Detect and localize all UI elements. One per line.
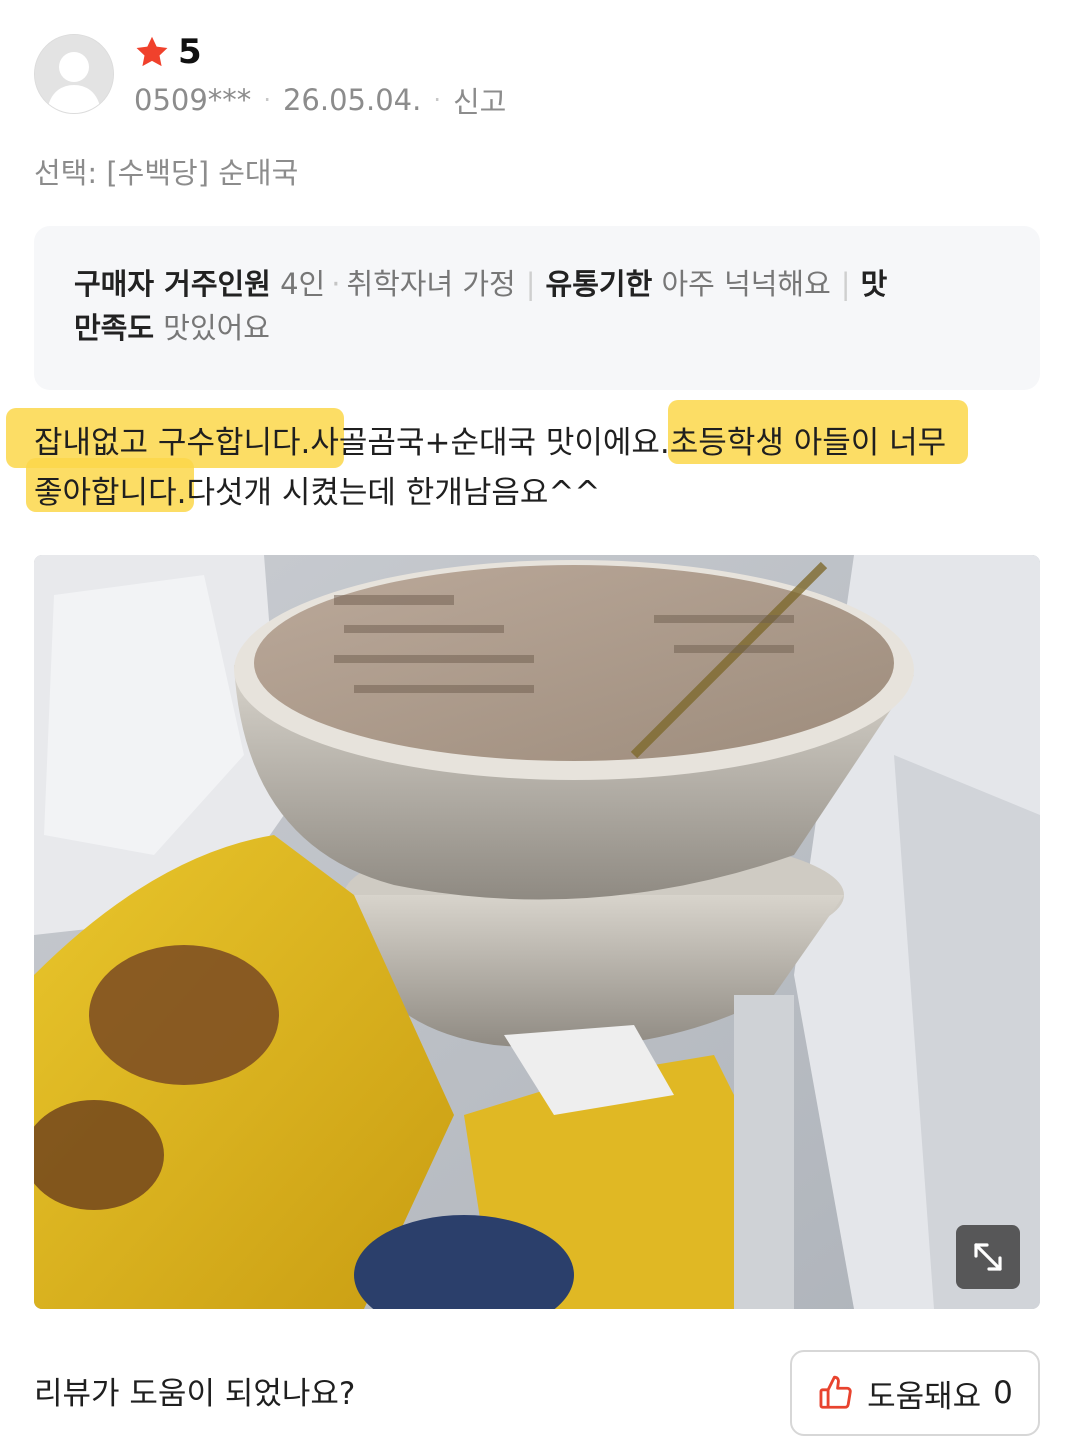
avatar (34, 34, 114, 114)
survey-taste-value: 맛있어요 (163, 311, 270, 345)
review-line-2: 좋아합니다.다섯개 시켰는데 한개남음요^^ (34, 475, 601, 511)
separator-dot: · (263, 86, 271, 114)
thumbs-up-icon (819, 1375, 852, 1409)
divider: | (840, 267, 851, 301)
survey-household-label: 구매자 거주인원 (74, 267, 271, 301)
survey-household-extra: 취학자녀 가정 (346, 267, 516, 301)
survey-household-value: 4인 (280, 267, 326, 301)
rating-score: 5 (178, 32, 202, 72)
expand-button[interactable] (956, 1225, 1020, 1289)
user-id: 0509*** (134, 83, 252, 117)
review-meta: 0509*** · 26.05.04. · 신고 (134, 80, 506, 120)
review-photo[interactable] (34, 555, 1040, 1309)
review-line-1: 잡내없고 구수합니다.사골곰국+순대국 맛이에요.초등학생 아들이 너무 (34, 425, 947, 461)
survey-taste-label-2: 만족도 (74, 311, 155, 345)
rating: 5 (134, 32, 202, 72)
selected-option: 선택: [수백당] 순대국 (34, 156, 299, 190)
freezer-photo (34, 555, 1040, 1309)
star-icon (136, 36, 168, 67)
survey-taste-label-1: 맛 (860, 267, 888, 301)
helpful-button[interactable]: 도움돼요 0 (790, 1350, 1040, 1436)
survey-expiry-value: 아주 넉넉해요 (661, 267, 831, 301)
helpful-question: 리뷰가 도움이 되었나요? (34, 1376, 356, 1412)
separator-dot: · (331, 267, 341, 301)
survey-line-1: 구매자 거주인원 4인 · 취학자녀 가정 | 유통기한 아주 넉넉해요 | 맛 (74, 262, 1000, 306)
report-link[interactable]: 신고 (453, 79, 506, 121)
review-body: 잡내없고 구수합니다.사골곰국+순대국 맛이에요.초등학생 아들이 너무 좋아합… (34, 418, 1034, 518)
helpful-label: 도움돼요 (867, 1378, 982, 1415)
review-date: 26.05.04. (282, 83, 422, 117)
expand-icon (974, 1243, 1002, 1271)
survey-line-2: 만족도 맛있어요 (74, 306, 1000, 350)
helpful-count: 0 (993, 1375, 1013, 1411)
user-placeholder-icon (35, 35, 113, 113)
separator-dot: · (433, 86, 441, 114)
survey-expiry-label: 유통기한 (545, 267, 653, 301)
survey-box: 구매자 거주인원 4인 · 취학자녀 가정 | 유통기한 아주 넉넉해요 | 맛 만족도 맛… (34, 226, 1040, 390)
divider: | (525, 267, 536, 301)
